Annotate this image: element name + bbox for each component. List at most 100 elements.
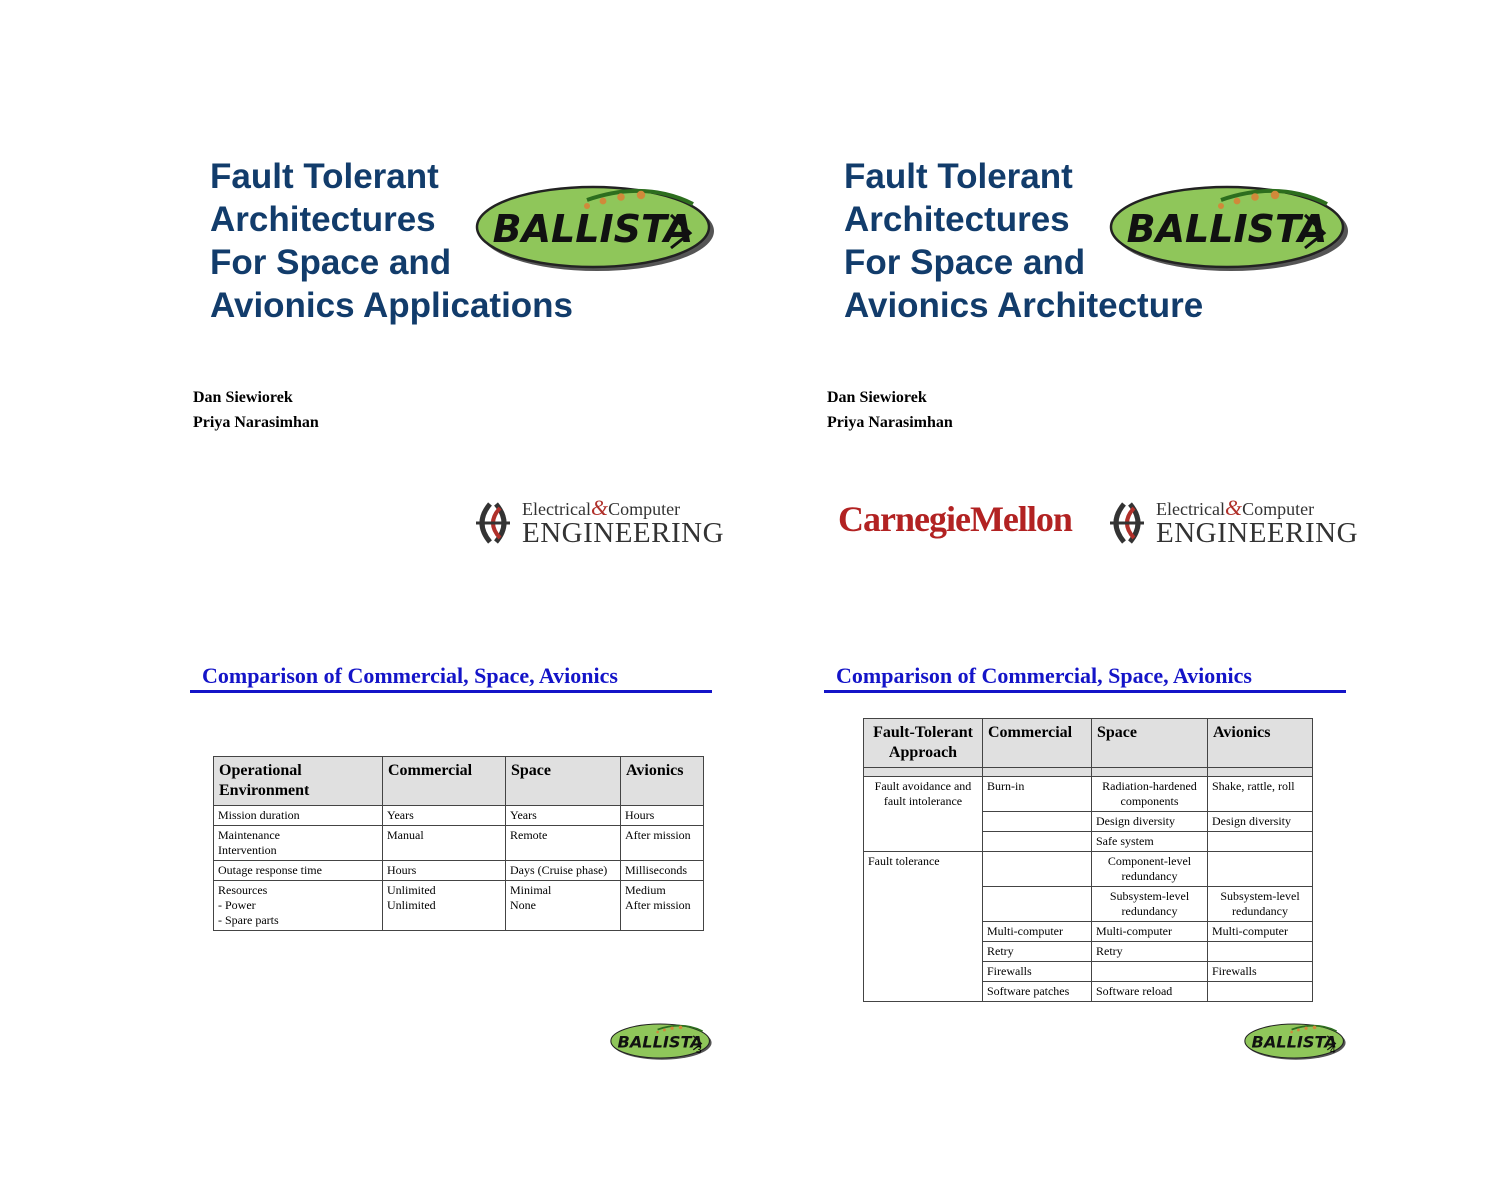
table-row: Fault tolerance Component-level redundan… xyxy=(863,851,1313,887)
table-cell xyxy=(982,831,1092,852)
ballista-logo-text: BALLISTA xyxy=(493,207,694,251)
column-header: Space xyxy=(505,756,621,806)
ece-logo: Electrical&Computer ENGINEERING xyxy=(1104,495,1358,550)
table-header-row: Fault-Tolerant Approach Commercial Space… xyxy=(863,718,1313,768)
table-row: Retry Retry xyxy=(863,941,1313,962)
table-spacer-row xyxy=(863,767,1313,777)
table-cell xyxy=(863,831,983,852)
table-row: Firewalls Firewalls xyxy=(863,961,1313,982)
ece-top-left: Electrical xyxy=(1156,499,1225,519)
table-cell: Design diversity xyxy=(1091,811,1208,832)
column-header: Commercial xyxy=(382,756,506,806)
table-cell: Remote xyxy=(505,825,621,861)
slide-4: Comparison of Commercial, Space, Avionic… xyxy=(824,655,1384,1135)
table-cell: Medium After mission xyxy=(620,880,704,931)
ece-bottom: ENGINEERING xyxy=(1156,517,1359,549)
table-cell: Multi-computer xyxy=(982,921,1092,942)
table-cell: Firewalls xyxy=(982,961,1092,982)
table-row: Resources - Power - Spare parts Unlimite… xyxy=(213,880,704,931)
carnegie-mellon-logo: CarnegieMellon xyxy=(838,499,1073,539)
column-header: Avionics xyxy=(1207,718,1313,768)
table-cell: Resources - Power - Spare parts xyxy=(213,880,383,931)
table-cell: Component-level redundancy xyxy=(1091,851,1208,887)
ece-emblem-icon xyxy=(476,501,510,544)
slide-3: Comparison of Commercial, Space, Avionic… xyxy=(190,655,750,1135)
table-cell xyxy=(863,961,983,982)
column-header: Operational Environment xyxy=(213,756,383,806)
table-cell xyxy=(982,811,1092,832)
comparison-table: Operational Environment Commercial Space… xyxy=(213,756,704,931)
ballista-logo: BALLISTA xyxy=(475,182,715,272)
fault-tolerance-table: Fault-Tolerant Approach Commercial Space… xyxy=(863,718,1313,1002)
slide-heading: Comparison of Commercial, Space, Avionic… xyxy=(202,663,618,688)
table-cell: Mission duration xyxy=(213,805,383,826)
author-name: Dan Siewiorek xyxy=(193,389,293,406)
table-cell: Shake, rattle, roll xyxy=(1207,776,1313,812)
table-row: Software patches Software reload xyxy=(863,981,1313,1002)
table-cell xyxy=(982,886,1092,922)
column-header: Commercial xyxy=(982,718,1092,768)
table-cell: Manual xyxy=(382,825,506,861)
table-cell xyxy=(1207,851,1313,887)
table-cell: Milliseconds xyxy=(620,860,704,881)
table-cell: Software reload xyxy=(1091,981,1208,1002)
ballista-logo: BALLISTA xyxy=(1109,182,1349,272)
table-cell: Unlimited Unlimited xyxy=(382,880,506,931)
ece-top-right: Computer xyxy=(608,499,681,519)
table-cell: After mission xyxy=(620,825,704,861)
table-row: Multi-computer Multi-computer Multi-comp… xyxy=(863,921,1313,942)
table-cell xyxy=(863,921,983,942)
table-row: Outage response time Hours Days (Cruise … xyxy=(213,860,704,881)
table-cell: Years xyxy=(505,805,621,826)
table-cell: Outage response time xyxy=(213,860,383,881)
table-cell xyxy=(1207,941,1313,962)
author-name: Priya Narasimhan xyxy=(827,414,953,431)
table-cell xyxy=(863,981,983,1002)
column-header: Space xyxy=(1091,718,1208,768)
ece-top-right: Computer xyxy=(1242,499,1315,519)
table-cell: Design diversity xyxy=(1207,811,1313,832)
table-cell: Software patches xyxy=(982,981,1092,1002)
column-header: Fault-Tolerant Approach xyxy=(863,718,983,768)
table-row: Maintenance Intervention Manual Remote A… xyxy=(213,825,704,861)
slide-heading: Comparison of Commercial, Space, Avionic… xyxy=(836,663,1252,688)
author-name: Dan Siewiorek xyxy=(827,389,927,406)
table-cell xyxy=(1207,981,1313,1002)
table-row: Mission duration Years Years Hours xyxy=(213,805,704,826)
table-header-row: Operational Environment Commercial Space… xyxy=(213,756,704,806)
table-row: Fault avoidance and fault intolerance Bu… xyxy=(863,776,1313,812)
ballista-logo-text: BALLISTA xyxy=(618,1032,703,1051)
ece-logo: Electrical&Computer ENGINEERING xyxy=(470,495,724,550)
table-cell: Multi-computer xyxy=(1207,921,1313,942)
authors: Dan Siewiorek Priya Narasimhan xyxy=(193,385,319,435)
table-cell: Minimal None xyxy=(505,880,621,931)
table-cell: Burn-in xyxy=(982,776,1092,812)
table-cell: Maintenance Intervention xyxy=(213,825,383,861)
table-cell: Fault avoidance and fault intolerance xyxy=(863,776,983,812)
table-cell: Subsystem-level redundancy xyxy=(1091,886,1208,922)
title-line: Avionics Applications xyxy=(210,286,574,325)
table-cell: Hours xyxy=(620,805,704,826)
table-cell: Days (Cruise phase) xyxy=(505,860,621,881)
page-number: 4 xyxy=(1330,1045,1336,1056)
page-number: 3 xyxy=(696,1045,702,1056)
table-cell: Years xyxy=(382,805,506,826)
slide-1: Fault Tolerant Architectures For Space a… xyxy=(190,140,750,620)
ece-emblem-icon xyxy=(1110,501,1144,544)
table-cell: Subsystem-level redundancy xyxy=(1207,886,1313,922)
heading-rule xyxy=(824,690,1346,693)
table-cell xyxy=(1207,831,1313,852)
table-cell xyxy=(1091,961,1208,982)
table-cell: Multi-computer xyxy=(1091,921,1208,942)
title-line: Avionics Architecture xyxy=(844,286,1204,325)
ballista-logo-text: BALLISTA xyxy=(1127,207,1328,251)
table-row: Safe system xyxy=(863,831,1313,852)
table-cell: Radiation-hardened components xyxy=(1091,776,1208,812)
heading-rule xyxy=(190,690,712,693)
table-cell xyxy=(863,941,983,962)
ece-bottom: ENGINEERING xyxy=(522,517,725,549)
table-row: Subsystem-level redundancy Subsystem-lev… xyxy=(863,886,1313,922)
table-cell xyxy=(982,851,1092,887)
column-header: Avionics xyxy=(620,756,704,806)
authors: Dan Siewiorek Priya Narasimhan xyxy=(827,385,953,435)
